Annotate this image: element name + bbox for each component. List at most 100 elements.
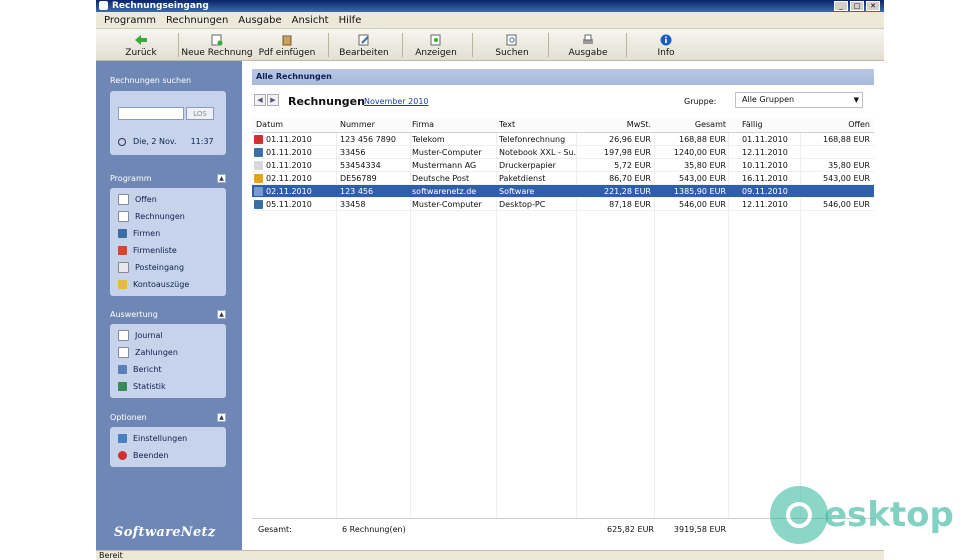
collapse-icon[interactable]: ▲ [217,174,226,183]
column-header[interactable]: Fällig [742,118,804,131]
back-button[interactable]: Zurück [118,29,164,60]
options-panel: Einstellungen Beenden [110,427,226,467]
section-title: Alle Rechnungen [252,69,874,85]
column-header[interactable]: Text [499,118,577,131]
payment-icon [118,346,129,358]
table-cell: 86,70 EUR [609,174,651,183]
sidebar-item-journal[interactable]: Journal [118,328,163,342]
table-cell: 05.11.2010 [266,200,312,209]
date-text: Die, 2 Nov. [133,137,177,146]
title-bar: Rechnungseingang _ □ ✕ [96,0,884,12]
menu-rechnungen[interactable]: Rechnungen [166,15,228,26]
sidebar-item-posteingang[interactable]: Posteingang [118,260,184,274]
column-header[interactable]: Gesamt [652,118,726,131]
table-cell: Druckerpapier [499,161,556,170]
info-icon [659,34,673,46]
invoice-type-icon [254,200,263,209]
table-cell: Paketdienst [499,174,546,183]
column-header[interactable]: MwSt. [577,118,651,131]
period-link[interactable]: November 2010 [364,97,429,106]
watermark-text: esktop [824,495,954,535]
table-row[interactable]: 02.11.2010 123 456 softwarenetz.de Software… [252,185,874,198]
sidebar-item-firmenliste[interactable]: Firmenliste [118,243,177,257]
invoice-type-icon [254,161,263,170]
menu-programm[interactable]: Programm [104,15,156,26]
chevron-down-icon: ▼ [853,96,859,104]
column-header[interactable]: Nummer [340,118,410,131]
close-icon[interactable]: ✕ [866,1,880,11]
column-header[interactable]: Firma [412,118,496,131]
table-cell: 168,88 EUR [822,135,870,144]
search-go-button[interactable]: LOS [186,107,214,120]
table-row[interactable]: 05.11.2010 33458 Muster-Computer Desktop-PC… [252,198,874,211]
table-cell: 16.11.2010 [742,174,788,183]
view-document-icon [429,34,443,46]
program-section-title: Programm ▲ [110,173,226,185]
window-controls: _ □ ✕ [834,1,880,11]
sidebar-item-rechnungen[interactable]: Rechnungen [118,209,185,223]
maximize-icon[interactable]: □ [850,1,864,11]
table-cell: 546,00 EUR [678,200,726,209]
table-row[interactable]: 02.11.2010 DE56789 Deutsche Post Paketdiens… [252,172,874,185]
table-cell: 35,80 EUR [684,161,726,170]
table-row[interactable]: 01.11.2010 33456 Muster-Computer Notebook X… [252,146,874,159]
table-cell: 87,18 EUR [609,200,651,209]
table-cell: Deutsche Post [412,174,470,183]
table-cell: 168,88 EUR [678,135,726,144]
sidebar-item-kontoauszuege[interactable]: Kontoauszüge [118,277,189,291]
invoice-count: 6 Rechnung(en) [342,525,406,534]
table-cell: 09.11.2010 [742,187,788,196]
group-label: Gruppe: [684,97,717,106]
toolbar-separator [402,33,403,57]
search-button[interactable]: Suchen [486,29,538,60]
table-cell: 546,00 EUR [822,200,870,209]
group-select[interactable]: Alle Gruppen ▼ [735,92,863,108]
table-row[interactable]: 01.11.2010 123 456 7890 Telekom Telefonrech… [252,133,874,146]
sidebar-item-offen[interactable]: Offen [118,192,157,206]
sidebar-item-bericht[interactable]: Bericht [118,362,162,376]
minimize-icon[interactable]: _ [834,1,848,11]
evaluation-panel: Journal Zahlungen Bericht Statistik [110,324,226,398]
table-cell: softwarenetz.de [412,187,477,196]
column-header[interactable]: Offen [804,118,870,131]
menu-hilfe[interactable]: Hilfe [339,15,362,26]
softwarenetz-logo: SoftwareNetz [114,525,216,540]
pdf-insert-button[interactable]: Pdf einfügen [256,29,318,60]
toolbar-separator [328,33,329,57]
show-button[interactable]: Anzeigen [408,29,464,60]
search-input[interactable] [118,107,184,120]
edit-button[interactable]: Bearbeiten [334,29,394,60]
table-cell: 10.11.2010 [742,161,788,170]
menu-ansicht[interactable]: Ansicht [292,15,329,26]
sidebar-item-firmen[interactable]: Firmen [118,226,160,240]
collapse-icon[interactable]: ▲ [217,310,226,319]
document-icon [118,210,129,222]
output-button[interactable]: Ausgabe [562,29,614,60]
sidebar-item-beenden[interactable]: Beenden [118,448,168,462]
table-cell: 35,80 EUR [828,161,870,170]
menu-ausgabe[interactable]: Ausgabe [238,15,281,26]
table-cell: Mustermann AG [412,161,477,170]
table-cell [804,146,870,159]
sidebar-item-einstellungen[interactable]: Einstellungen [118,431,187,445]
table-cell: 01.11.2010 [266,161,312,170]
column-header[interactable]: Datum [256,118,336,131]
table-row[interactable]: 01.11.2010 53454334 Mustermann AG Druckerpa… [252,159,874,172]
sidebar-item-zahlungen[interactable]: Zahlungen [118,345,178,359]
collapse-icon[interactable]: ▲ [217,413,226,422]
main-panel: Alle Rechnungen ◀ ▶ Rechnungen November … [242,61,884,550]
previous-icon[interactable]: ◀ [254,94,266,106]
search-icon [505,34,519,46]
list-icon [118,245,127,255]
table-cell: 5,72 EUR [614,161,651,170]
sidebar-item-statistik[interactable]: Statistik [118,379,166,393]
table-cell: 01.11.2010 [266,135,312,144]
info-button[interactable]: Info [646,29,686,60]
invoice-type-icon [254,174,263,183]
status-bar: Bereit [96,550,884,560]
next-icon[interactable]: ▶ [267,94,279,106]
new-invoice-button[interactable]: Neue Rechnung [181,29,253,60]
statistics-icon [118,381,127,391]
table-cell: Telekom [412,135,445,144]
app-icon [99,1,108,10]
